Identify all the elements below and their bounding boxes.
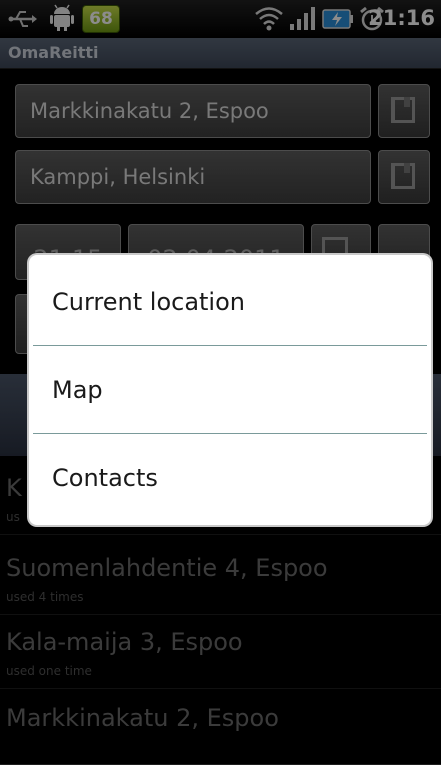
location-source-menu: Current location Map Contacts	[29, 255, 431, 525]
menu-item-map[interactable]: Map	[29, 346, 431, 434]
menu-item-contacts[interactable]: Contacts	[29, 434, 431, 522]
menu-item-current-location[interactable]: Current location	[29, 258, 431, 346]
